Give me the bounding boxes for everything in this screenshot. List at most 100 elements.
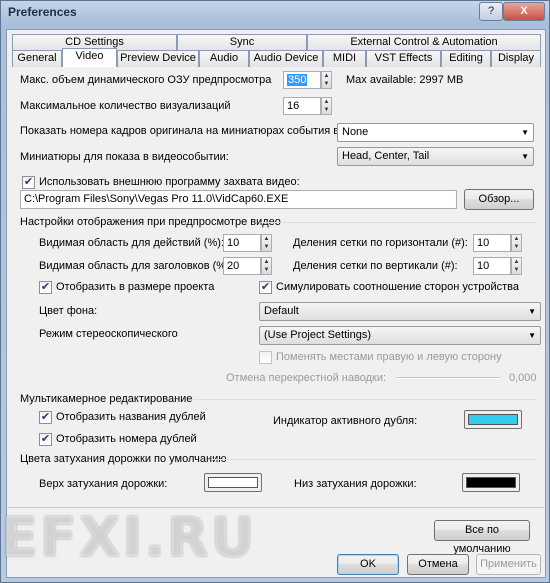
- stereo-mode-dropdown[interactable]: (Use Project Settings) ▼: [259, 326, 541, 345]
- stereo-mode-value: (Use Project Settings): [264, 329, 371, 341]
- fade-section-label: Цвета затухания дорожки по умолчанию: [20, 453, 227, 465]
- cancel-button[interactable]: Отмена: [407, 554, 469, 575]
- chevron-down-icon: ▼: [521, 128, 529, 137]
- take-numbers-label: Отобразить номера дублей: [56, 433, 197, 445]
- project-size-checkbox[interactable]: ✔: [39, 281, 52, 294]
- watermark-logo: EFXI.RU: [1, 506, 257, 569]
- chevron-down-icon: ▼: [521, 152, 529, 161]
- preferences-window: Preferences ? X CD Settings Sync Externa…: [0, 0, 550, 583]
- spin-down-icon[interactable]: ▼: [262, 266, 271, 274]
- tab-preview-device[interactable]: Preview Device: [117, 50, 199, 67]
- tab-display[interactable]: Display: [491, 50, 541, 67]
- spin-down-icon[interactable]: ▼: [322, 80, 331, 88]
- bg-color-dropdown[interactable]: Default ▼: [259, 302, 541, 321]
- crosstalk-slider[interactable]: [396, 377, 501, 379]
- apply-button[interactable]: Применить: [476, 554, 541, 575]
- spin-up-icon[interactable]: ▲: [512, 235, 521, 243]
- fade-bottom-color-button[interactable]: [462, 473, 520, 492]
- fade-bottom-label: Низ затухания дорожки:: [294, 478, 417, 490]
- tab-vst-effects[interactable]: VST Effects: [366, 50, 441, 67]
- defaults-button[interactable]: Все по умолчанию: [434, 520, 530, 555]
- active-take-color-button[interactable]: [464, 410, 522, 429]
- spin-up-icon[interactable]: ▲: [262, 235, 271, 243]
- ext-capture-checkbox[interactable]: ✔: [22, 176, 35, 189]
- chevron-down-icon: ▼: [528, 307, 536, 316]
- chevron-down-icon: ▼: [528, 331, 536, 340]
- swap-sides-checkbox[interactable]: [259, 351, 272, 364]
- crosstalk-value: 0,000: [509, 372, 537, 384]
- thumbs-event-dropdown[interactable]: Head, Center, Tail ▼: [337, 147, 534, 166]
- vgrid-spinner[interactable]: ▲ ▼: [511, 257, 522, 275]
- max-ram-spinner[interactable]: ▲ ▼: [321, 71, 332, 89]
- tab-video[interactable]: Video: [62, 48, 117, 67]
- max-thumbs-spinner[interactable]: ▲ ▼: [321, 97, 332, 115]
- spin-down-icon[interactable]: ▼: [512, 266, 521, 274]
- title-safe-spinner[interactable]: ▲ ▼: [261, 257, 272, 275]
- section-divider: [211, 459, 536, 460]
- take-names-checkbox[interactable]: ✔: [39, 411, 52, 424]
- crosstalk-label: Отмена перекрестной наводки:: [226, 372, 387, 384]
- take-names-label: Отобразить названия дублей: [56, 411, 206, 423]
- spin-up-icon[interactable]: ▲: [262, 258, 271, 266]
- thumbs-event-label: Миниатюры для показа в видеособытии:: [20, 151, 229, 163]
- simulate-aspect-label: Симулировать соотношение сторон устройст…: [276, 281, 520, 293]
- browse-button[interactable]: Обзор...: [464, 189, 534, 210]
- tab-sync[interactable]: Sync: [177, 34, 307, 51]
- vgrid-input[interactable]: 10: [473, 257, 511, 275]
- title-safe-input[interactable]: 20: [223, 257, 261, 275]
- help-button[interactable]: ?: [479, 2, 503, 21]
- max-available-text: Max available: 2997 MB: [346, 74, 464, 86]
- window-title: Preferences: [8, 5, 77, 19]
- active-take-label: Индикатор активного дубля:: [273, 415, 418, 427]
- max-ram-value: 350: [287, 74, 308, 86]
- frame-numbers-label: Показать номера кадров оригинала на мини…: [20, 125, 370, 137]
- tab-general[interactable]: General: [12, 50, 62, 67]
- spin-up-icon[interactable]: ▲: [322, 98, 331, 106]
- thumbs-event-value: Head, Center, Tail: [342, 150, 430, 162]
- vgrid-label: Деления сетки по вертикали (#):: [293, 260, 458, 272]
- section-divider: [261, 222, 536, 223]
- action-safe-spinner[interactable]: ▲ ▼: [261, 234, 272, 252]
- ext-capture-path-input[interactable]: C:\Program Files\Sony\Vegas Pro 11.0\Vid…: [20, 190, 457, 209]
- bg-color-value: Default: [264, 305, 299, 317]
- max-ram-label: Макс. объем динамического ОЗУ предпросмо…: [20, 74, 272, 86]
- multicam-section-label: Мультикамерное редактирование: [20, 393, 193, 405]
- stereo-mode-label: Режим стереоскопического: [39, 328, 178, 340]
- tab-external-control[interactable]: External Control & Automation: [307, 34, 541, 51]
- fade-top-color-swatch: [208, 477, 258, 488]
- spin-down-icon[interactable]: ▼: [262, 243, 271, 251]
- spin-up-icon[interactable]: ▲: [512, 258, 521, 266]
- swap-sides-label: Поменять местами правую и левую сторону: [276, 351, 502, 363]
- preview-display-section-label: Настройки отображения при предпросмотре …: [20, 216, 281, 228]
- project-size-label: Отобразить в размере проекта: [56, 281, 215, 293]
- max-ram-input[interactable]: 350: [283, 71, 321, 89]
- max-thumbs-input[interactable]: 16: [283, 97, 321, 115]
- take-numbers-checkbox[interactable]: ✔: [39, 433, 52, 446]
- title-bar: Preferences ? X: [1, 1, 549, 23]
- simulate-aspect-checkbox[interactable]: ✔: [259, 281, 272, 294]
- fade-top-label: Верх затухания дорожки:: [39, 478, 168, 490]
- tab-editing[interactable]: Editing: [441, 50, 491, 67]
- ok-button[interactable]: OK: [337, 554, 399, 575]
- action-safe-label: Видимая область для действий (%):: [39, 237, 224, 249]
- max-thumbs-label: Максимальное количество визуализаций: [20, 100, 231, 112]
- fade-bottom-color-swatch: [466, 477, 516, 488]
- tab-midi[interactable]: MIDI: [323, 50, 366, 67]
- tab-audio[interactable]: Audio: [199, 50, 249, 67]
- close-button[interactable]: X: [503, 2, 545, 21]
- tab-audio-device[interactable]: Audio Device: [249, 50, 323, 67]
- spin-down-icon[interactable]: ▼: [322, 106, 331, 114]
- hgrid-input[interactable]: 10: [473, 234, 511, 252]
- fade-top-color-button[interactable]: [204, 473, 262, 492]
- active-take-color-swatch: [468, 414, 518, 425]
- hgrid-spinner[interactable]: ▲ ▼: [511, 234, 522, 252]
- bg-color-label: Цвет фона:: [39, 305, 98, 317]
- spin-up-icon[interactable]: ▲: [322, 72, 331, 80]
- frame-numbers-value: None: [342, 126, 369, 138]
- spin-down-icon[interactable]: ▼: [512, 243, 521, 251]
- frame-numbers-dropdown[interactable]: None ▼: [337, 123, 534, 142]
- section-divider: [193, 399, 536, 400]
- ext-capture-label: Использовать внешнюю программу захвата в…: [39, 176, 300, 188]
- hgrid-label: Деления сетки по горизонтали (#):: [293, 237, 468, 249]
- action-safe-input[interactable]: 10: [223, 234, 261, 252]
